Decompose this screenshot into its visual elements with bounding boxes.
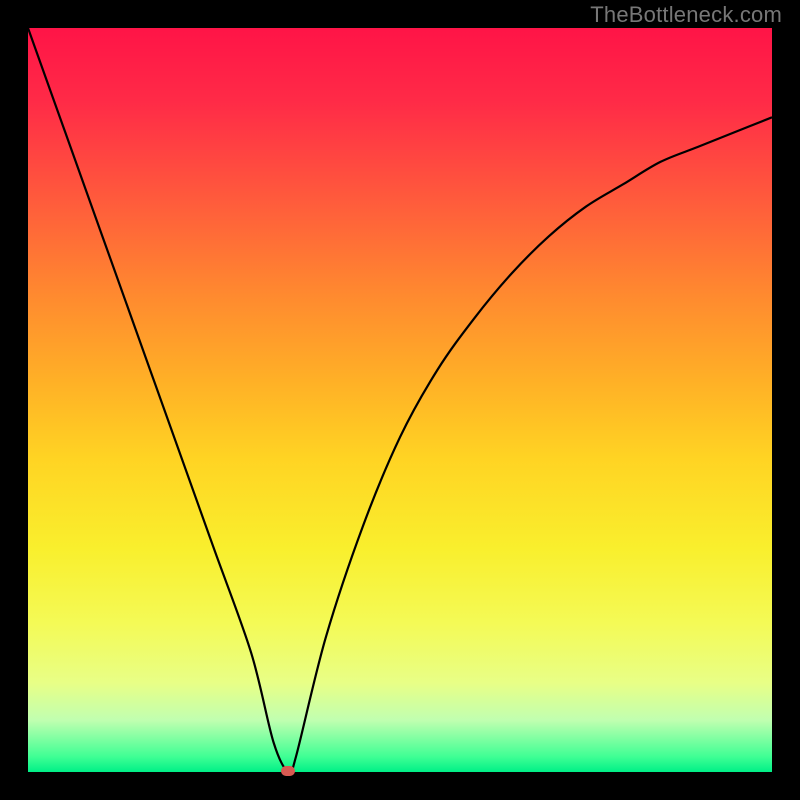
watermark-label: TheBottleneck.com [590,2,782,28]
optimal-point-marker [281,766,295,776]
bottleneck-curve [28,28,772,772]
chart-plot-area [28,28,772,772]
